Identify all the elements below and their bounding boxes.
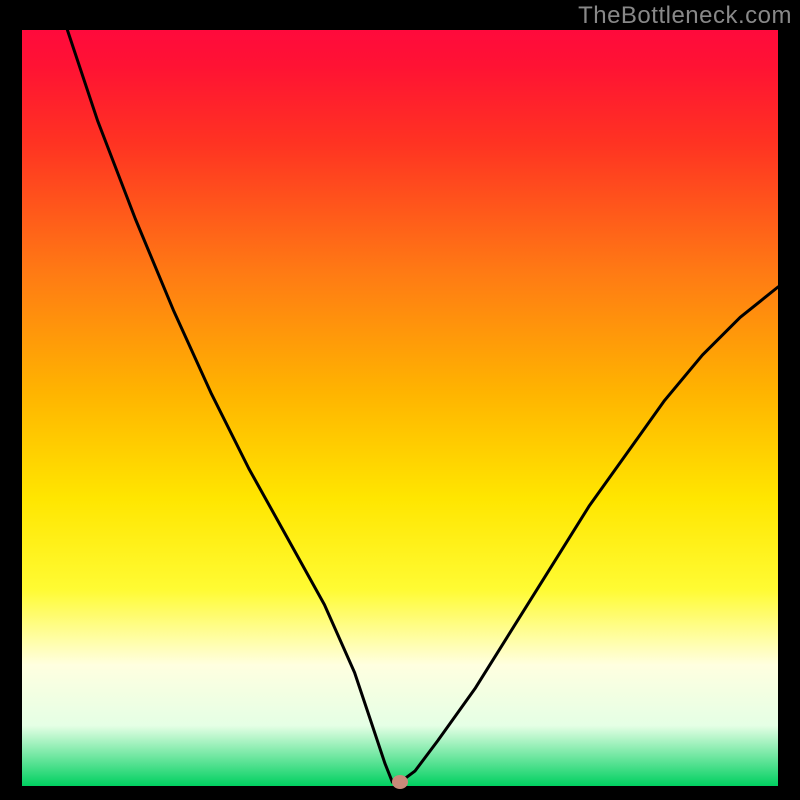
chart-frame: TheBottleneck.com xyxy=(0,0,800,800)
optimum-marker-icon xyxy=(392,775,408,789)
bottleneck-curve xyxy=(22,30,778,786)
watermark-text: TheBottleneck.com xyxy=(578,2,792,30)
plot-area xyxy=(22,30,778,786)
